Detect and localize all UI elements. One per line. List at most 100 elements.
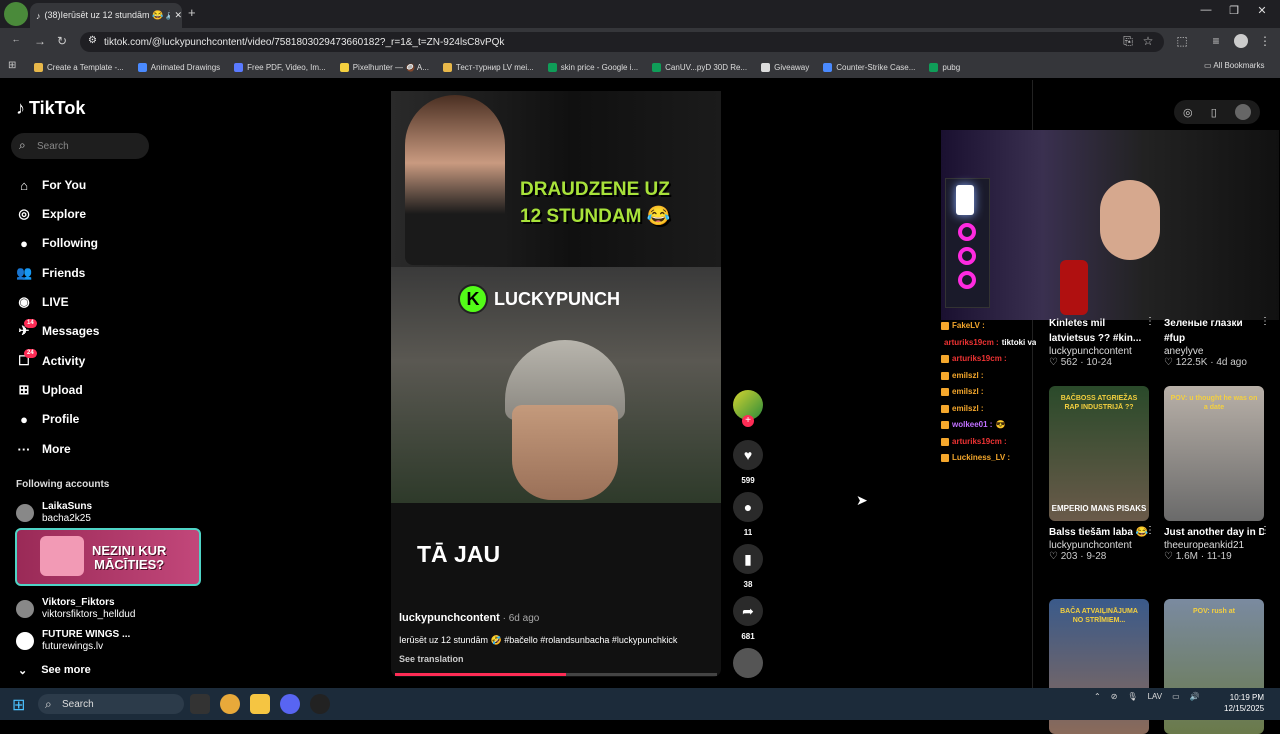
share-button[interactable]: ➦ 681	[733, 596, 763, 641]
back-button[interactable]: ←	[8, 34, 24, 44]
sidebar-item-following[interactable]: ● Following	[16, 232, 98, 254]
video-author[interactable]: theeuropeankid21	[1164, 540, 1264, 551]
forward-button[interactable]: →	[32, 34, 48, 48]
sidebar-item-messages[interactable]: ✈ 14 Messages	[16, 319, 99, 342]
new-tab-button[interactable]: +	[188, 5, 196, 20]
sidebar-item-live[interactable]: ◉ LIVE	[16, 291, 68, 313]
video-author[interactable]: aneylyve	[1164, 346, 1264, 357]
comment-button[interactable]: ● 11	[733, 492, 763, 537]
media-control-icon[interactable]: ≡	[1208, 34, 1224, 48]
sidebar-item-more[interactable]: ··· More	[16, 438, 71, 460]
bookmark-item[interactable]: Pixelhunter — 🥥 A...	[339, 62, 429, 72]
install-icon[interactable]: ⎘	[1120, 34, 1136, 49]
bookmark-item[interactable]: Create a Template -...	[34, 62, 124, 72]
language-indicator[interactable]: LAV	[1148, 692, 1163, 701]
url-field[interactable]: ⚙ tiktok.com/@luckypunchcontent/video/75…	[80, 32, 1164, 52]
video-title[interactable]: Зеленые глазки #fup	[1164, 316, 1264, 346]
minimize-button[interactable]: —	[1196, 4, 1216, 16]
chevron-up-icon[interactable]: ⌃	[1094, 692, 1101, 701]
bookmark-label: pubg	[942, 62, 961, 72]
followed-account[interactable]: Viktors_Fiktors viktorsfiktors_helldud	[16, 597, 135, 621]
video-thumbnail[interactable]: BAČBOSS ATGRIEŽAS RAP INDUSTRIJĀ ?? EMPER…	[1049, 386, 1149, 521]
like-button[interactable]: ♥ 599	[733, 440, 763, 485]
chrome-icon[interactable]	[220, 694, 240, 714]
video-thumbnail[interactable]: POV: u thought he was on a date	[1164, 386, 1264, 521]
video-author[interactable]: luckypunchcontent	[1049, 346, 1149, 357]
sidebar-item-friends[interactable]: 👥 Friends	[16, 262, 85, 284]
tiktok-favicon-icon: ♪	[36, 10, 41, 21]
nav-label: More	[42, 442, 71, 456]
bookmark-item[interactable]: CanUV...pyD 30D Re...	[652, 62, 747, 72]
sidebar-item-for-you[interactable]: ⌂ For You	[16, 174, 86, 196]
chat-message: arturiks19cm :	[941, 434, 1036, 451]
video-title[interactable]: Balss tiešām laba 😂👌 #bachello...	[1049, 525, 1149, 540]
author-name[interactable]: luckypunchcontent	[399, 612, 500, 624]
bookmark-item[interactable]: Animated Drawings	[137, 62, 220, 72]
profile-pepe-icon[interactable]	[4, 2, 28, 26]
video-author[interactable]: luckypunchcontent	[1049, 540, 1149, 551]
device-icon[interactable]: ▯	[1211, 106, 1217, 119]
related-video-card[interactable]: Kinletes mil latvietsus ?? #kin... luckyp…	[1049, 250, 1155, 368]
bookmark-item[interactable]: Free PDF, Video, Im...	[234, 62, 326, 72]
reload-button[interactable]: ↻	[54, 34, 70, 48]
task-view-icon[interactable]	[190, 694, 210, 714]
bookmark-star-icon[interactable]: ☆	[1140, 34, 1156, 48]
video-title[interactable]: Kinletes mil latvietsus ?? #kin...	[1049, 316, 1149, 346]
network-icon[interactable]: ⊘	[1111, 692, 1118, 701]
more-options-icon[interactable]: ⋮	[1145, 316, 1155, 327]
bookmark-item[interactable]: Giveaway	[761, 62, 809, 72]
profile-avatar[interactable]	[1234, 34, 1248, 48]
bookmark-item[interactable]: Counter-Strike Case...	[823, 62, 915, 72]
sidebar-item-upload[interactable]: ⊞ Upload	[16, 379, 83, 401]
extensions-icon[interactable]: ⬚	[1174, 34, 1190, 48]
maximize-button[interactable]: ❐	[1224, 4, 1244, 17]
more-options-icon[interactable]: ⋮	[1260, 525, 1270, 536]
all-bookmarks[interactable]: ▭ All Bookmarks	[1204, 61, 1264, 70]
more-options-icon[interactable]: ⋮	[1145, 525, 1155, 536]
followed-account[interactable]: FUTURE WINGS ... futurewings.lv	[16, 629, 130, 653]
sound-disc-icon[interactable]	[733, 648, 763, 678]
bookmark-item[interactable]: Тест-турнир LV mei...	[442, 62, 534, 72]
followed-account[interactable]: LaikaSuns bacha2k25	[16, 501, 92, 525]
discord-icon[interactable]	[280, 694, 300, 714]
sidebar-item-activity[interactable]: ☐ 24 Activity	[16, 349, 85, 372]
video-progress-bar[interactable]	[395, 673, 717, 676]
bookmark-item[interactable]: pubg	[929, 62, 961, 72]
tiktok-logo[interactable]: ♪ TikTok	[16, 98, 85, 119]
apps-grid-icon[interactable]: ⊞	[8, 60, 16, 71]
sidebar-item-explore[interactable]: ◎ Explore	[16, 203, 86, 225]
close-window-button[interactable]: ✕	[1252, 4, 1272, 17]
related-video-card[interactable]: POV: u thought he was on a date Just anot…	[1164, 386, 1270, 562]
see-more-button[interactable]: ⌄ See more	[18, 664, 91, 677]
close-tab-icon[interactable]: ✕	[174, 10, 182, 21]
messages-icon: ✈ 14	[16, 319, 37, 339]
taskbar-clock[interactable]: 10:19 PM 12/15/2025	[1224, 692, 1264, 714]
taskbar-search[interactable]: ⌕ Search	[38, 694, 184, 714]
save-button[interactable]: ▮ 38	[733, 544, 763, 589]
volume-icon[interactable]: 🔊	[1190, 692, 1200, 701]
see-translation-link[interactable]: See translation	[399, 654, 464, 664]
related-video-card[interactable]: BAČBOSS ATGRIEŽAS RAP INDUSTRIJĀ ?? EMPER…	[1049, 386, 1155, 562]
follow-plus-icon[interactable]: +	[742, 415, 754, 427]
browser-tab[interactable]: ♪ (38)Ierūsēt uz 12 stundām 😂 🔊 ✕	[30, 3, 182, 28]
file-explorer-icon[interactable]	[250, 694, 270, 714]
windows-start-icon[interactable]: ⊞	[12, 695, 25, 715]
video-stats: ♡ 562 · 10-24	[1049, 357, 1112, 368]
sidebar-item-profile[interactable]: ● Profile	[16, 408, 79, 430]
bookmark-favicon-icon	[339, 62, 349, 72]
user-avatar[interactable]	[1234, 104, 1251, 120]
related-video-card[interactable]: Зеленые глазки #fup aneylyve ♡ 122.5K · 4d…	[1164, 250, 1270, 368]
search-input[interactable]: ⌕ Search	[11, 133, 149, 159]
menu-icon[interactable]: ⋮	[1257, 34, 1273, 48]
bookmark-item[interactable]: skin price - Google i...	[547, 62, 638, 72]
site-info-icon[interactable]: ⚙	[88, 35, 97, 46]
mic-icon[interactable]: 🎙	[1127, 692, 1137, 701]
notification-badge: 24	[24, 349, 37, 358]
video-title[interactable]: Just another day in Dubai....	[1164, 525, 1264, 540]
compass-icon[interactable]: ◎	[1183, 106, 1193, 119]
video-author[interactable]: luckypunchcontent · 6d ago	[399, 612, 539, 624]
more-options-icon[interactable]: ⋮	[1260, 316, 1270, 327]
app-icon[interactable]	[310, 694, 330, 714]
tab-title: (38)Ierūsēt uz 12 stundām 😂 🔊	[44, 10, 171, 20]
display-icon[interactable]: ▭	[1172, 692, 1180, 701]
